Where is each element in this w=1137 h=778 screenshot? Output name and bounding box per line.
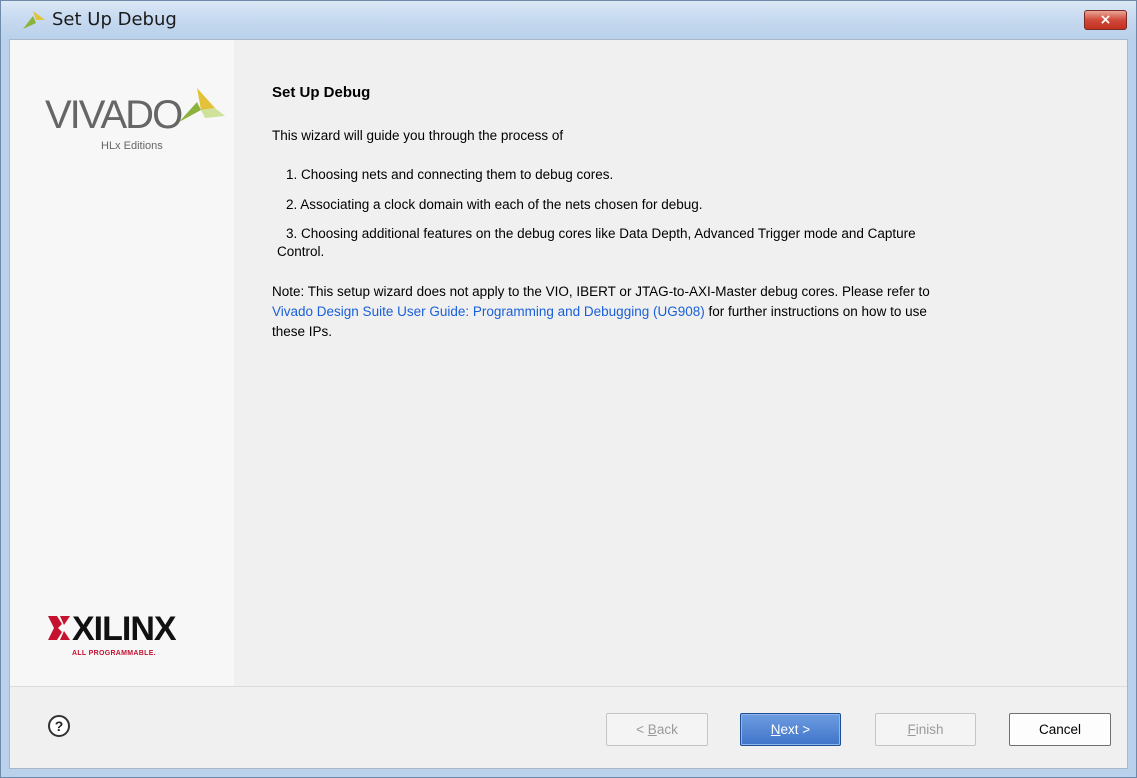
step-1: 1. Choosing nets and connecting them to …: [286, 167, 614, 182]
xilinx-logo-text: XILINX: [72, 610, 177, 648]
note-line-1: Note: This setup wizard does not apply t…: [272, 284, 930, 299]
vivado-logo-text: VIVADO: [45, 93, 183, 137]
close-icon: ×: [1099, 12, 1112, 28]
step-2: 2. Associating a clock domain with each …: [286, 197, 703, 212]
step-3-continued: Control.: [277, 244, 325, 259]
xilinx-logo-mark-icon: [48, 616, 70, 640]
dialog-body: VIVADO HLx Editions XILINX ALL PROGRAMMA…: [9, 39, 1128, 769]
finish-button-label: inish: [915, 722, 944, 737]
back-button-prefix: <: [636, 722, 648, 737]
xilinx-tagline: ALL PROGRAMMABLE.: [72, 650, 156, 657]
vivado-edition-text: HLx Editions: [101, 140, 163, 152]
vivado-icon: [23, 11, 45, 29]
back-button[interactable]: < Back: [606, 713, 708, 746]
note-line-3: these IPs.: [272, 324, 333, 339]
finish-button-mnemonic: F: [907, 722, 916, 737]
wizard-content: Set Up Debug This wizard will guide you …: [234, 40, 1127, 686]
cancel-button-label: Cancel: [1038, 722, 1082, 737]
help-button[interactable]: ?: [48, 715, 70, 737]
title-bar[interactable]: Set Up Debug ×: [1, 1, 1136, 39]
back-button-label: ack: [656, 722, 678, 737]
next-button-label: ext >: [780, 722, 811, 737]
vivado-logo-mark-icon: [179, 88, 225, 122]
xilinx-logo: XILINX ALL PROGRAMMABLE.: [48, 610, 218, 660]
footer-divider: [10, 686, 1127, 687]
intro-text: This wizard will guide you through the p…: [272, 128, 564, 143]
vivado-logo: VIVADO HLx Editions: [45, 88, 225, 163]
help-icon: ?: [54, 718, 64, 734]
next-button-mnemonic: N: [770, 722, 781, 737]
window-title: Set Up Debug: [52, 9, 177, 30]
setup-debug-dialog: Set Up Debug × VIVADO HLx Editions XILIN…: [0, 0, 1137, 778]
branding-sidebar: VIVADO HLx Editions XILINX ALL PROGRAMMA…: [10, 40, 235, 686]
cancel-button[interactable]: Cancel: [1009, 713, 1111, 746]
next-button[interactable]: Next >: [740, 713, 841, 746]
note-line-2-text: for further instructions on how to use: [704, 304, 927, 319]
back-button-mnemonic: B: [647, 722, 657, 737]
finish-button[interactable]: Finish: [875, 713, 976, 746]
close-button[interactable]: ×: [1084, 10, 1127, 30]
note-line-2: Vivado Design Suite User Guide: Programm…: [272, 302, 927, 322]
page-heading: Set Up Debug: [272, 84, 371, 101]
ug908-link[interactable]: Vivado Design Suite User Guide: Programm…: [272, 304, 705, 319]
step-3: 3. Choosing additional features on the d…: [286, 226, 916, 241]
